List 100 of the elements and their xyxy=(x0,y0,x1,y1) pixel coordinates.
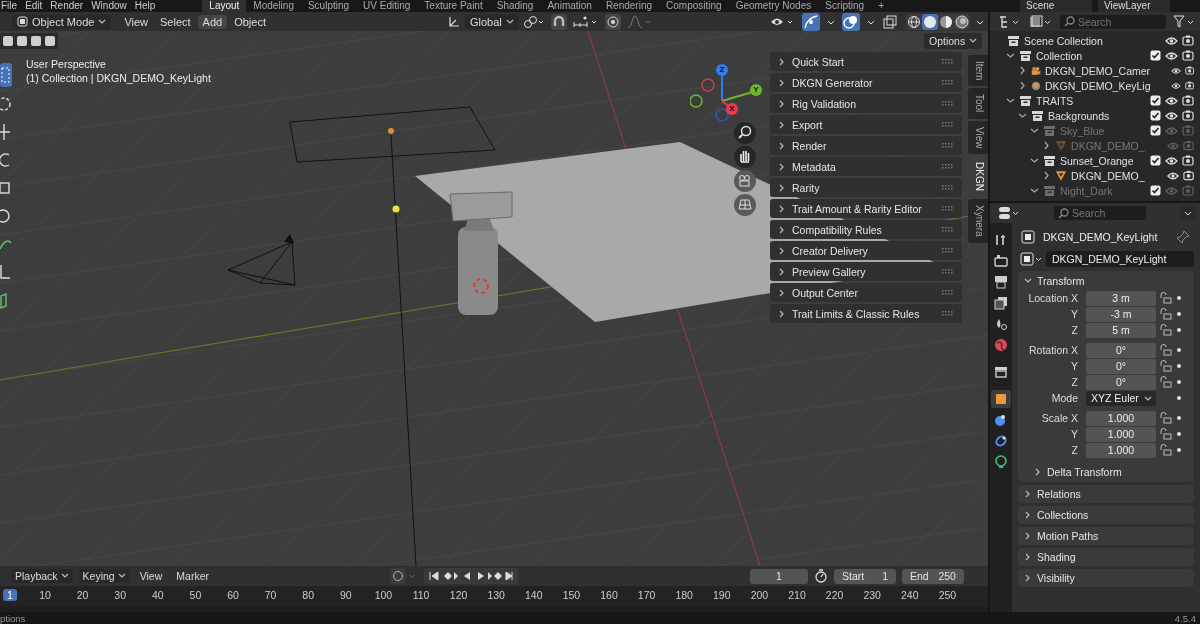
sidebar-panel-header[interactable]: Metadata xyxy=(770,157,962,176)
workspace-tab[interactable]: Texture Paint xyxy=(417,0,490,12)
properties-panel-header[interactable]: Motion Paths xyxy=(1018,527,1194,545)
menu-item[interactable]: Window xyxy=(90,0,134,12)
lock-icon[interactable] xyxy=(1160,376,1172,388)
rotation-mode-dropdown[interactable]: XYZ Euler xyxy=(1086,390,1156,406)
options-dropdown[interactable]: Options xyxy=(924,33,983,49)
grip-icon[interactable] xyxy=(942,289,954,296)
number-field[interactable]: 5 m xyxy=(1086,322,1156,338)
view-layer-selector[interactable]: ViewLayer xyxy=(1098,0,1170,12)
current-frame-field[interactable]: 1 xyxy=(749,568,808,584)
grip-icon[interactable] xyxy=(942,184,954,191)
number-field[interactable]: 1.000 xyxy=(1086,442,1156,458)
menu-item[interactable]: Edit xyxy=(24,0,50,12)
select-mode-icon[interactable] xyxy=(44,35,56,47)
chevron-icon[interactable] xyxy=(1006,51,1015,60)
number-field[interactable]: 1.000 xyxy=(1086,426,1156,442)
sidebar-panel-header[interactable]: Trait Limits & Classic Rules xyxy=(770,304,962,323)
outliner-item[interactable]: Collection xyxy=(1036,49,1083,62)
number-field[interactable]: -3 m xyxy=(1086,306,1156,322)
eye-icon[interactable] xyxy=(1170,80,1181,91)
end-frame-field[interactable]: End 250 xyxy=(901,568,964,584)
menu-item[interactable]: View xyxy=(135,569,167,583)
camera-icon[interactable] xyxy=(991,252,1011,270)
select-box-icon[interactable] xyxy=(0,63,12,87)
menu-item[interactable]: Select xyxy=(155,14,196,29)
sidebar-tab[interactable]: Xynera xyxy=(968,199,988,243)
keyframe-dot-icon[interactable] xyxy=(1176,415,1182,421)
camera-icon[interactable] xyxy=(1182,95,1194,106)
grip-icon[interactable] xyxy=(942,205,954,212)
workspace-tab[interactable]: Layout xyxy=(202,0,247,12)
grip-icon[interactable] xyxy=(942,79,954,86)
eye-icon[interactable] xyxy=(1166,170,1179,181)
axis-label[interactable]: Z xyxy=(716,64,728,76)
overlays-icon[interactable] xyxy=(842,12,860,31)
lock-icon[interactable] xyxy=(1160,292,1172,304)
workspace-tab[interactable]: UV Editing xyxy=(356,0,418,12)
grip-icon[interactable] xyxy=(942,58,954,65)
scene-selector[interactable]: Scene xyxy=(1020,0,1092,12)
solid-shading-button[interactable] xyxy=(922,13,938,30)
properties-panel-header[interactable]: Relations xyxy=(1018,485,1194,503)
sidebar-panel-header[interactable]: DKGN Generator xyxy=(770,73,962,92)
search-field[interactable]: Search xyxy=(1060,14,1166,29)
camera-icon[interactable] xyxy=(1182,155,1194,166)
select-mode-icon[interactable] xyxy=(16,35,28,47)
axis-label[interactable]: Y xyxy=(750,84,762,96)
workspace-tab[interactable]: Rendering xyxy=(598,0,660,12)
checkbox[interactable] xyxy=(1150,50,1161,61)
sidebar-panel-header[interactable]: Render xyxy=(770,136,962,155)
object-type-dropdown[interactable] xyxy=(1020,252,1044,266)
camera-icon[interactable] xyxy=(1182,110,1194,121)
checkbox[interactable] xyxy=(1150,185,1161,196)
sidebar-tab[interactable]: Tool xyxy=(968,88,988,119)
number-field[interactable]: 1.000 xyxy=(1086,410,1156,426)
add-workspace-button[interactable]: + xyxy=(871,0,891,12)
number-field[interactable]: 0° xyxy=(1086,374,1156,390)
lock-icon[interactable] xyxy=(1160,428,1172,440)
outliner-item[interactable]: DKGN_DEMO_ xyxy=(1071,169,1145,182)
lock-icon[interactable] xyxy=(1160,324,1172,336)
keyframe-dot-icon[interactable] xyxy=(1176,295,1182,301)
stopwatch-icon[interactable] xyxy=(813,569,828,583)
menu-item[interactable]: Keying xyxy=(78,569,130,583)
properties-panel-header[interactable]: Shading xyxy=(1018,548,1194,566)
outliner-item[interactable]: DKGN_DEMO_KeyLig xyxy=(1044,79,1151,92)
hand-icon[interactable] xyxy=(733,146,757,168)
select-mode-icon[interactable] xyxy=(2,35,14,47)
keyframe-dot-icon[interactable] xyxy=(1176,431,1182,437)
menu-item[interactable]: Object xyxy=(229,14,271,29)
chevron-icon[interactable] xyxy=(1018,66,1027,75)
camera-icon[interactable] xyxy=(1184,65,1194,76)
zoom-icon[interactable] xyxy=(733,122,757,144)
grip-icon[interactable] xyxy=(942,310,954,317)
keyframe-dot-icon[interactable] xyxy=(1176,363,1182,369)
grip-icon[interactable] xyxy=(942,268,954,275)
chevron-icon[interactable] xyxy=(1042,171,1051,180)
pin-icon[interactable] xyxy=(1176,230,1190,244)
keyframe-dot-icon[interactable] xyxy=(1176,447,1182,453)
square-icon[interactable] xyxy=(991,390,1011,408)
lock-icon[interactable] xyxy=(1160,360,1172,372)
workspace-tab[interactable]: Animation xyxy=(540,0,599,12)
start-frame-field[interactable]: Start 1 xyxy=(833,568,896,584)
caret-icon[interactable] xyxy=(1180,206,1196,220)
sidebar-tab[interactable]: Item xyxy=(968,55,988,87)
move-icon[interactable] xyxy=(0,121,12,143)
properties-panel-header[interactable]: Visibility xyxy=(1018,569,1194,587)
workspace-tab[interactable]: Geometry Nodes xyxy=(728,0,819,12)
light-handle[interactable] xyxy=(392,205,400,213)
menu-item[interactable]: View xyxy=(119,14,154,29)
workspace-tab[interactable]: Sculpting xyxy=(300,0,357,12)
menu-item[interactable]: File xyxy=(0,0,25,12)
chevron-icon[interactable] xyxy=(1030,126,1039,135)
number-field[interactable]: 3 m xyxy=(1086,290,1156,306)
outliner-item[interactable]: Backgrounds xyxy=(1048,109,1110,122)
transform-panel-header[interactable]: Transform xyxy=(1018,271,1194,290)
grip-icon[interactable] xyxy=(942,142,954,149)
properties-panel-header[interactable]: Collections xyxy=(1018,506,1194,524)
grip-icon[interactable] xyxy=(942,226,954,233)
number-field[interactable]: 0° xyxy=(1086,358,1156,374)
menu-item[interactable]: Playback xyxy=(11,569,73,583)
grid-view-icon[interactable] xyxy=(733,194,757,216)
